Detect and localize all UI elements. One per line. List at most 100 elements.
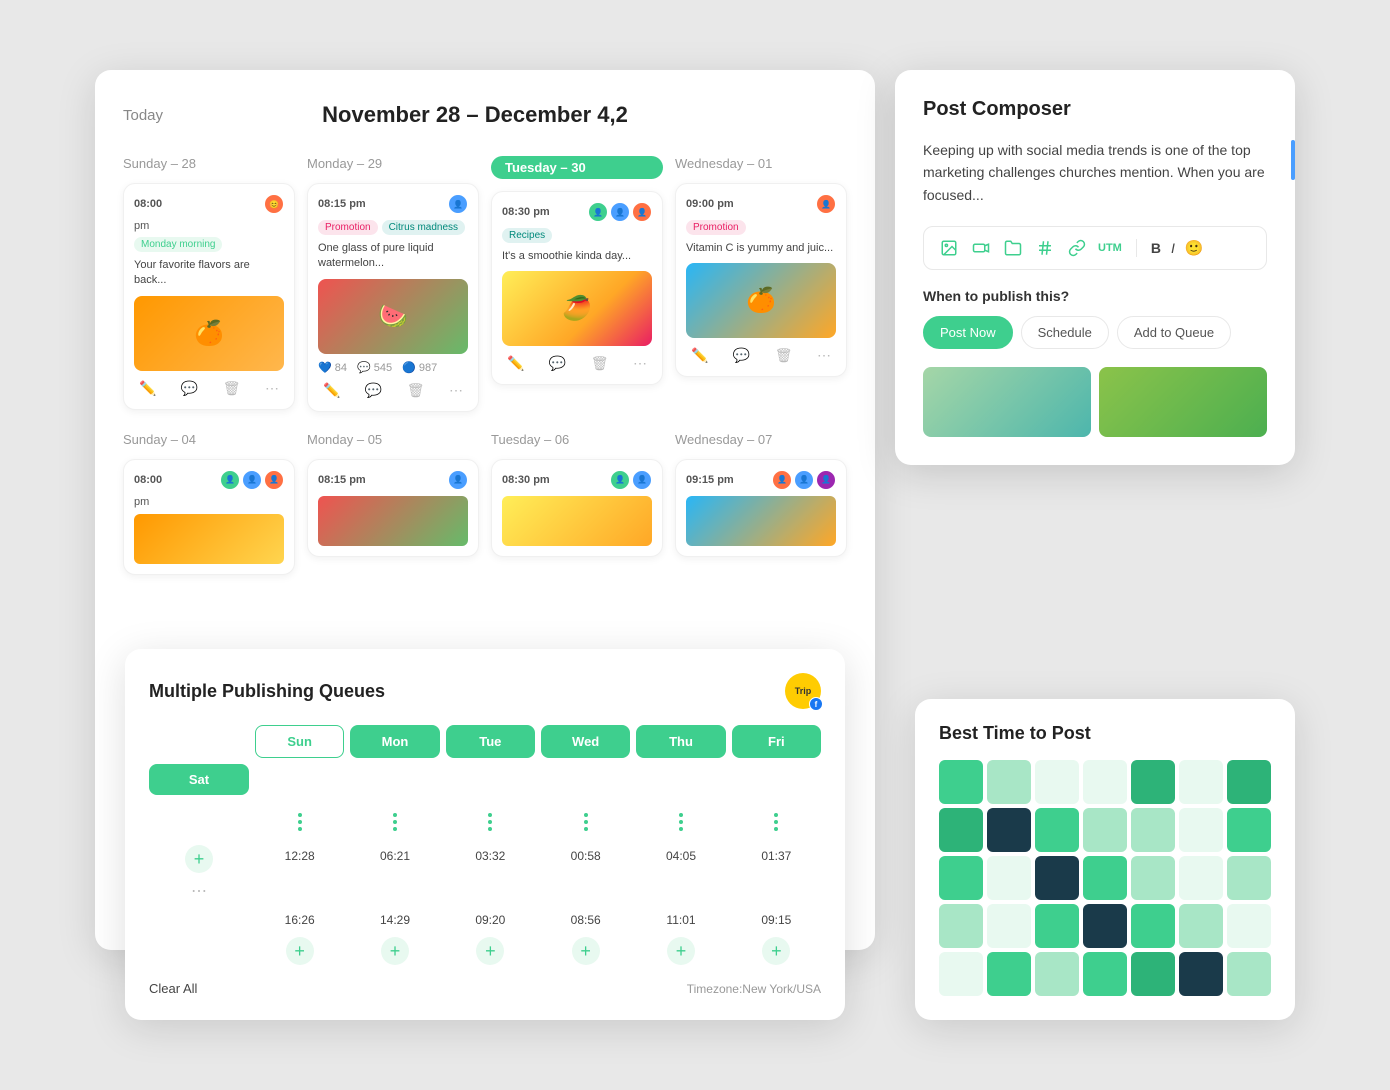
partial-sub-sun04: pm [134, 496, 284, 508]
queue-time-thu-1: 00:58 [541, 845, 630, 873]
add-time-fri[interactable]: + [667, 937, 695, 965]
post-time-mon29: 08:15 pm [318, 198, 366, 210]
partial-card-tue06: 08:30 pm 👤 👤 [491, 459, 663, 557]
edit-btn-wed01[interactable]: ✏️ [686, 345, 713, 366]
emoji-button[interactable]: 🙂 [1185, 239, 1204, 257]
delete-btn-tue30[interactable]: 🗑 [586, 353, 614, 374]
queue-day-wed[interactable]: Wed [541, 725, 630, 758]
schedule-button[interactable]: Schedule [1021, 316, 1109, 349]
link-icon[interactable] [1066, 237, 1088, 259]
heatmap-cell-28 [939, 952, 983, 996]
heatmap-grid [939, 760, 1271, 996]
heatmap-cell-1 [987, 760, 1031, 804]
edit-btn-mon29[interactable]: ✏️ [318, 380, 345, 401]
q-dots-fri [636, 805, 725, 839]
queues-panel: Multiple Publishing Queues Trip f Sun Mo… [125, 649, 845, 1020]
bold-button[interactable]: B [1151, 240, 1161, 256]
add-wed: + [446, 937, 535, 965]
timezone-text: Timezone:New York/USA [687, 982, 821, 996]
heatmap-cell-4 [1131, 760, 1175, 804]
post-tags-tue30: Recipes [502, 228, 652, 243]
queue-add-placeholder [149, 725, 249, 758]
queue-day-sat[interactable]: Sat [149, 764, 249, 795]
more-btn-tue30[interactable]: ⋯ [628, 353, 652, 374]
queue-day-fri[interactable]: Fri [732, 725, 821, 758]
post-sub-sun28: pm [134, 220, 284, 232]
post-actions-tue30: ✏️ 💬 🗑 ⋯ [502, 353, 652, 374]
queue-day-tue[interactable]: Tue [446, 725, 535, 758]
queues-title: Multiple Publishing Queues [149, 681, 385, 702]
queue-day-mon[interactable]: Mon [350, 725, 439, 758]
day-col-wed07: Wednesday – 07 09:15 pm 👤 👤 👤 [675, 432, 847, 575]
utm-label[interactable]: UTM [1098, 237, 1122, 259]
day-col-tue30: Tuesday – 30 08:30 pm 👤 👤 👤 Recipes It's… [491, 156, 663, 412]
queue-time-thu-2: 08:56 [541, 909, 630, 931]
more-btn-wed01[interactable]: ⋯ [812, 345, 836, 366]
clear-all-button[interactable]: Clear All [149, 981, 197, 996]
heatmap-cell-2 [1035, 760, 1079, 804]
post-card-sun28: 08:00 😊 pm Monday morning Your favorite … [123, 183, 295, 410]
queue-day-sun[interactable]: Sun [255, 725, 344, 758]
post-tags-sun28: Monday morning [134, 237, 284, 252]
q-empty-dots [149, 805, 249, 839]
q-empty-add [149, 937, 249, 965]
heatmap-cell-25 [1131, 904, 1175, 948]
add-time-thu[interactable]: + [572, 937, 600, 965]
add-to-queue-button[interactable]: Add to Queue [1117, 316, 1231, 349]
today-button[interactable]: Today [123, 107, 163, 124]
delete-btn-sun28[interactable]: 🗑 [218, 378, 246, 399]
add-time-mon[interactable]: + [286, 937, 314, 965]
post-stats-mon29: 💙 84 💬 545 🔵 987 [318, 361, 468, 374]
hash-icon[interactable] [1034, 237, 1056, 259]
post-tags-wed01: Promotion [686, 220, 836, 235]
add-tue: + [350, 937, 439, 965]
post-text-sun28: Your favorite flavors are back... [134, 258, 284, 289]
heatmap-cell-24 [1083, 904, 1127, 948]
folder-icon[interactable] [1002, 237, 1024, 259]
day-label-mon29: Monday – 29 [307, 156, 479, 171]
comment-btn-mon29[interactable]: 💬 [360, 380, 387, 401]
comment-btn-wed01[interactable]: 💬 [728, 345, 755, 366]
day-label-wed01: Wednesday – 01 [675, 156, 847, 171]
composer-blue-bar [1291, 140, 1295, 180]
partial-time-wed07: 09:15 pm [686, 474, 734, 486]
add-time-tue[interactable]: + [381, 937, 409, 965]
delete-btn-wed01[interactable]: 🗑 [770, 345, 798, 366]
comment-btn-sun28[interactable]: 💬 [176, 378, 203, 399]
edit-btn-sun28[interactable]: ✏️ [134, 378, 161, 399]
add-time-sun[interactable]: + [185, 845, 213, 873]
video-icon[interactable] [970, 237, 992, 259]
main-header: Today November 28 – December 4,2 [123, 102, 847, 128]
avatar2-tue30: 👤 [610, 202, 630, 222]
queue-times-row2: 16:26 14:29 09:20 08:56 11:01 09:15 [149, 909, 821, 931]
tag-recipes-tue30: Recipes [502, 228, 552, 243]
post-time-sun28: 08:00 [134, 198, 162, 210]
add-time-sat[interactable]: + [762, 937, 790, 965]
queues-logo-text: Trip [795, 686, 812, 696]
more-btn-mon29[interactable]: ⋯ [444, 380, 468, 401]
post-now-button[interactable]: Post Now [923, 316, 1013, 349]
add-time-wed[interactable]: + [476, 937, 504, 965]
image-icon[interactable] [938, 237, 960, 259]
italic-button[interactable]: I [1171, 240, 1175, 256]
publish-label: When to publish this? [923, 288, 1267, 304]
av2-sun04: 👤 [242, 470, 262, 490]
comment-btn-tue30[interactable]: 💬 [544, 353, 571, 374]
queue-day-thu[interactable]: Thu [636, 725, 725, 758]
heatmap-cell-21 [939, 904, 983, 948]
partial-img-sun04 [134, 514, 284, 564]
post-card-header-sun28: 08:00 😊 [134, 194, 284, 214]
more-queue-btn[interactable]: ⋯ [149, 879, 249, 903]
delete-btn-mon29[interactable]: 🗑 [402, 380, 430, 401]
tag-citrus-mon29: Citrus madness [382, 220, 465, 235]
post-actions-mon29: ✏️ 💬 🗑 ⋯ [318, 380, 468, 401]
day-col-tue06: Tuesday – 06 08:30 pm 👤 👤 [491, 432, 663, 575]
preview-img-2 [1099, 367, 1267, 437]
post-card-header-mon29: 08:15 pm 👤 [318, 194, 468, 214]
avatar-wed01: 👤 [816, 194, 836, 214]
heatmap-cell-7 [939, 808, 983, 852]
heatmap-cell-14 [939, 856, 983, 900]
edit-btn-tue30[interactable]: ✏️ [502, 353, 529, 374]
partial-avatars-wed07: 👤 👤 👤 [772, 470, 836, 490]
more-btn-sun28[interactable]: ⋯ [260, 378, 284, 399]
